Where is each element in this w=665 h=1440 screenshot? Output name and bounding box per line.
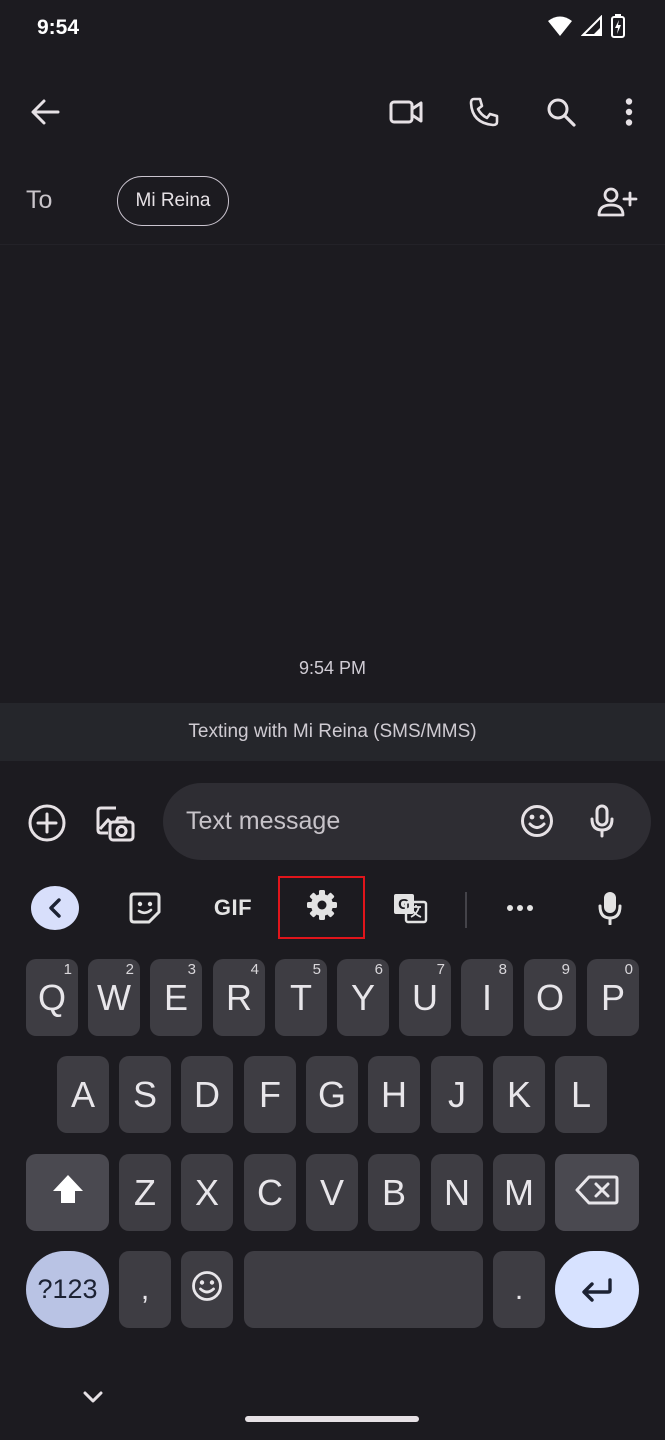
enter-icon [580,1269,614,1311]
space-key[interactable] [244,1251,483,1328]
shift-key[interactable] [26,1154,109,1231]
add-circle-icon[interactable] [23,799,71,847]
key-b[interactable]: B [368,1154,420,1231]
key-n[interactable]: N [431,1154,483,1231]
back-chevron-icon [31,886,79,930]
key-j[interactable]: J [431,1056,483,1133]
message-timestamp: 9:54 PM [298,658,367,678]
shift-icon [51,1172,85,1214]
add-person-icon[interactable] [594,178,642,226]
toolbar-divider [465,892,467,928]
message-input[interactable]: Text message [163,783,651,860]
battery-charging-icon [611,14,625,43]
key-d[interactable]: D [181,1056,233,1133]
recipient-chip[interactable]: Mi Reina [117,176,229,226]
sticker-icon[interactable] [120,876,170,940]
app-bar [0,78,665,146]
mic-icon[interactable] [578,797,626,845]
keyboard-mic-icon[interactable] [585,876,635,940]
key-a[interactable]: A [57,1056,109,1133]
gif-label: GIF [213,895,253,920]
key-k[interactable]: K [493,1056,545,1133]
more-horiz-icon[interactable] [495,876,545,940]
more-vert-icon[interactable] [605,88,653,136]
hide-keyboard-chevron-icon[interactable] [82,1390,104,1409]
emoji-key-icon [191,1269,223,1311]
signal-icon [580,14,603,42]
period-key[interactable]: . [493,1251,545,1328]
key-x[interactable]: X [181,1154,233,1231]
video-call-icon[interactable] [382,88,430,136]
gif-button[interactable]: GIF [200,876,266,940]
backspace-icon [575,1172,619,1214]
key-g[interactable]: G [306,1056,358,1133]
key-h[interactable]: H [368,1056,420,1133]
home-indicator[interactable] [245,1416,419,1422]
status-bar: 9:54 [0,0,665,60]
back-arrow-icon[interactable] [21,88,69,136]
enter-key[interactable] [555,1251,639,1328]
symbols-key[interactable]: ?123 [26,1251,109,1328]
sms-banner: Texting with Mi Reina (SMS/MMS) [0,703,665,761]
svg-text:G: G [398,896,410,913]
key-y[interactable]: Y6 [337,959,389,1036]
to-label: To [26,186,53,214]
translate-icon[interactable]: G [385,876,435,940]
header-divider [0,244,665,245]
recipient-row: To Mi Reina [0,172,665,232]
phone-icon[interactable] [460,88,508,136]
wifi-icon [547,15,573,42]
key-e[interactable]: E3 [150,959,202,1036]
emoji-key[interactable] [181,1251,233,1328]
key-f[interactable]: F [244,1056,296,1133]
settings-button[interactable] [278,876,365,939]
key-m[interactable]: M [493,1154,545,1231]
key-v[interactable]: V [306,1154,358,1231]
key-s[interactable]: S [119,1056,171,1133]
toolbar-back-button[interactable] [27,876,83,940]
keyboard-toolbar: GIF G [0,876,665,942]
message-placeholder: Text message [186,807,341,835]
gallery-camera-icon[interactable] [91,799,139,847]
key-z[interactable]: Z [119,1154,171,1231]
key-t[interactable]: T5 [275,959,327,1036]
settings-icon [306,889,338,926]
key-p[interactable]: P0 [587,959,639,1036]
comma-key[interactable]: , [119,1251,171,1328]
key-c[interactable]: C [244,1154,296,1231]
key-i[interactable]: I8 [461,959,513,1036]
backspace-key[interactable] [555,1154,639,1231]
key-l[interactable]: L [555,1056,607,1133]
key-w[interactable]: W2 [88,959,140,1036]
key-q[interactable]: Q1 [26,959,78,1036]
key-o[interactable]: O9 [524,959,576,1036]
key-r[interactable]: R4 [213,959,265,1036]
emoji-icon[interactable] [513,797,561,845]
status-time: 9:54 [37,16,80,39]
compose-row: Text message [0,783,665,861]
key-u[interactable]: U7 [399,959,451,1036]
search-icon[interactable] [537,88,585,136]
